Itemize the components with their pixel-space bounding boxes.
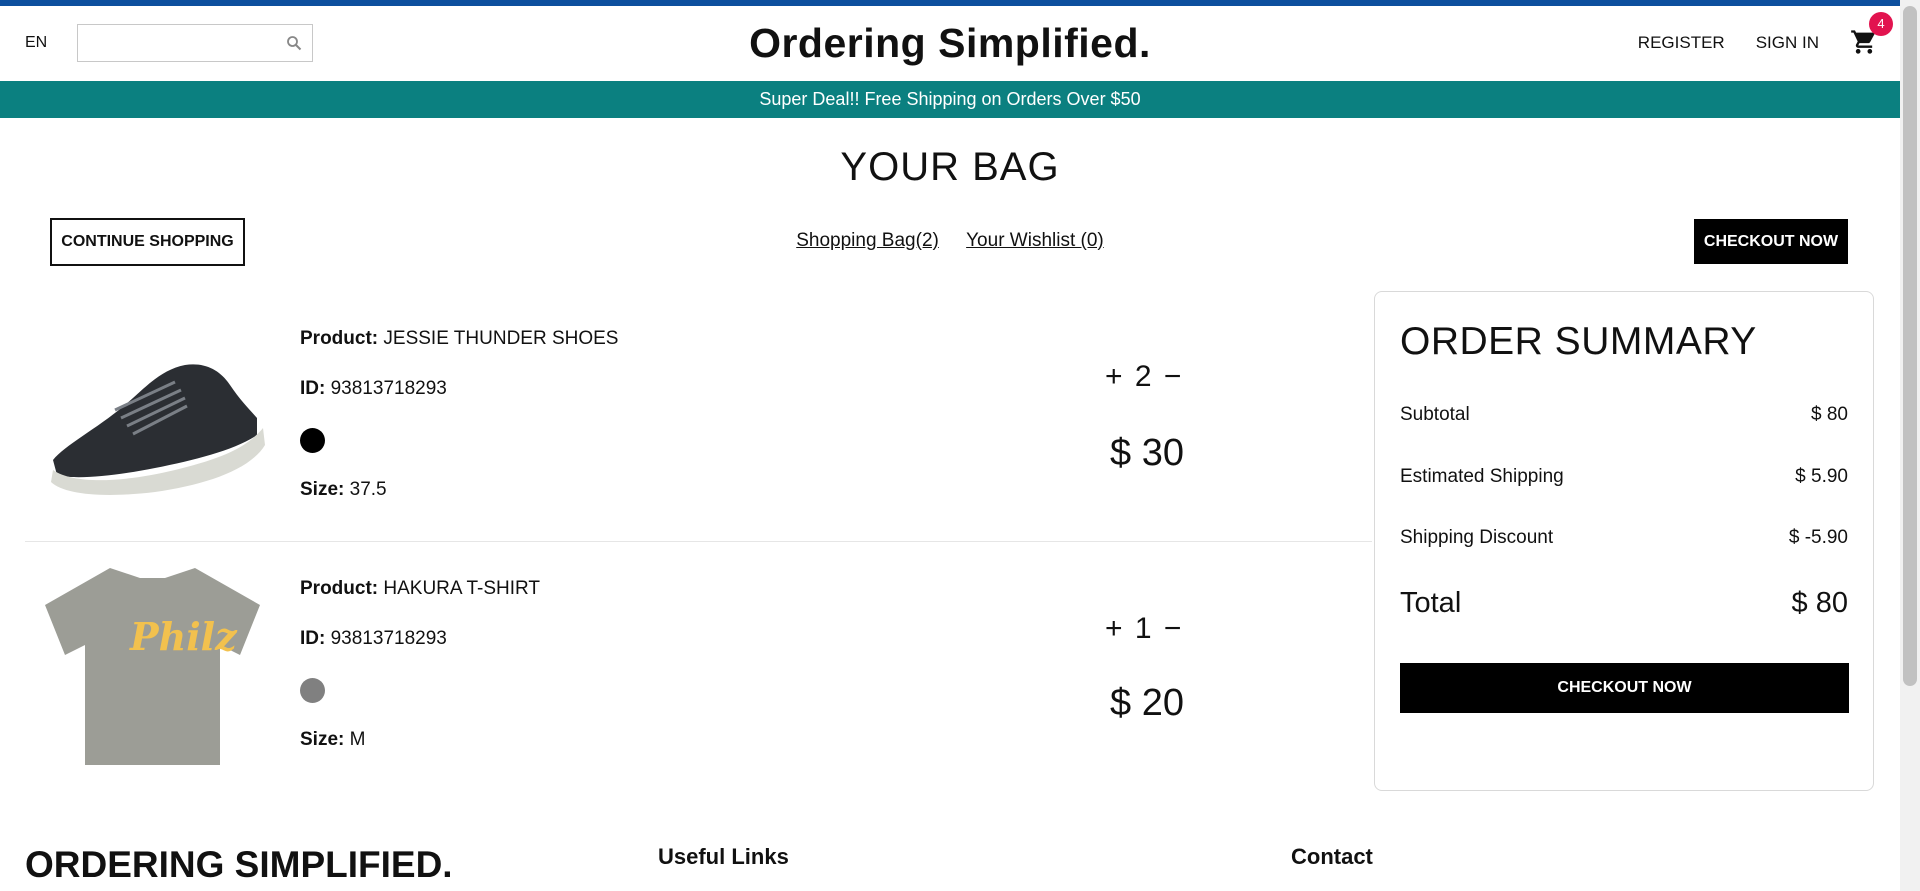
page-title: YOUR BAG [840,145,1060,189]
product-size: M [349,729,366,750]
id-label: ID: [300,628,326,649]
cart-button[interactable]: 4 [1850,12,1893,58]
discount-label: Shipping Discount [1400,527,1554,548]
footer-logo: ORDERING SIMPLIFIED. [25,844,453,885]
cart-count-badge: 4 [1869,12,1893,36]
increase-quantity-button[interactable]: + [1105,360,1125,393]
product-label: Product: [300,328,379,349]
item-details: Product: HAKURA T-SHIRT ID: 93813718293 … [300,578,540,779]
color-swatch[interactable] [300,428,325,453]
shipping-row: Estimated Shipping $ 5.90 [1400,466,1848,488]
decrease-quantity-button[interactable]: − [1164,612,1184,645]
quantity-stepper: + 1 − [1105,612,1183,646]
quantity-value: 2 [1134,360,1154,393]
subtotal-label: Subtotal [1400,404,1470,425]
register-link[interactable]: REGISTER [1638,33,1725,53]
item-price: $ 30 [1110,432,1184,474]
announcement-banner: Super Deal!! Free Shipping on Orders Ove… [0,81,1900,118]
quantity-value: 1 [1134,612,1154,645]
product-name: HAKURA T-SHIRT [383,578,541,599]
item-price: $ 20 [1110,682,1184,724]
nav-actions: REGISTER SIGN IN 4 [1607,12,1893,58]
subtotal-value: $ 80 [1811,404,1848,425]
checkout-now-top-button[interactable]: CHECKOUT NOW [1694,219,1848,264]
product-label: Product: [300,578,379,599]
cart-item: Product: JESSIE THUNDER SHOES ID: 938137… [25,310,1372,542]
product-image-shoe [51,364,265,495]
shipping-value: $ 5.90 [1795,466,1848,487]
product-name: JESSIE THUNDER SHOES [383,328,619,349]
shipping-label: Estimated Shipping [1400,466,1564,487]
shopping-bag-link[interactable]: Shopping Bag(2) [796,230,939,251]
decrease-quantity-button[interactable]: − [1164,360,1184,393]
order-summary-title: ORDER SUMMARY [1400,320,1757,363]
cart-item: Philz Product: HAKURA T-SHIRT ID: 938137… [25,560,1372,792]
total-value: $ 80 [1791,587,1848,619]
size-label: Size: [300,479,345,500]
total-row: Total $ 80 [1400,587,1848,620]
discount-value: $ -5.90 [1788,527,1848,548]
svg-text:Philz: Philz [129,614,238,659]
product-id: 93813718293 [330,378,447,399]
subtotal-row: Subtotal $ 80 [1400,404,1848,426]
increase-quantity-button[interactable]: + [1105,612,1125,645]
size-label: Size: [300,729,345,750]
discount-row: Shipping Discount $ -5.90 [1400,527,1848,549]
useful-links-heading: Useful Links [658,844,789,869]
sign-in-link[interactable]: SIGN IN [1756,33,1819,53]
product-id: 93813718293 [330,628,447,649]
wishlist-link[interactable]: Your Wishlist (0) [966,230,1104,251]
order-summary: ORDER SUMMARY Subtotal $ 80 Estimated Sh… [1374,291,1874,791]
contact-heading: Contact [1291,844,1373,869]
product-image-tshirt: Philz [45,568,260,765]
id-label: ID: [300,378,326,399]
scrollbar-thumb[interactable] [1903,6,1917,686]
navbar: EN Ordering Simplified. REGISTER SIGN IN… [0,6,1900,81]
color-swatch[interactable] [300,678,325,703]
checkout-now-button[interactable]: CHECKOUT NOW [1400,663,1849,713]
product-size: 37.5 [349,479,387,500]
bag-tabs: Shopping Bag(2) Your Wishlist (0) [0,230,1900,252]
total-label: Total [1400,587,1462,619]
quantity-stepper: + 2 − [1105,360,1183,394]
item-details: Product: JESSIE THUNDER SHOES ID: 938137… [300,328,618,529]
